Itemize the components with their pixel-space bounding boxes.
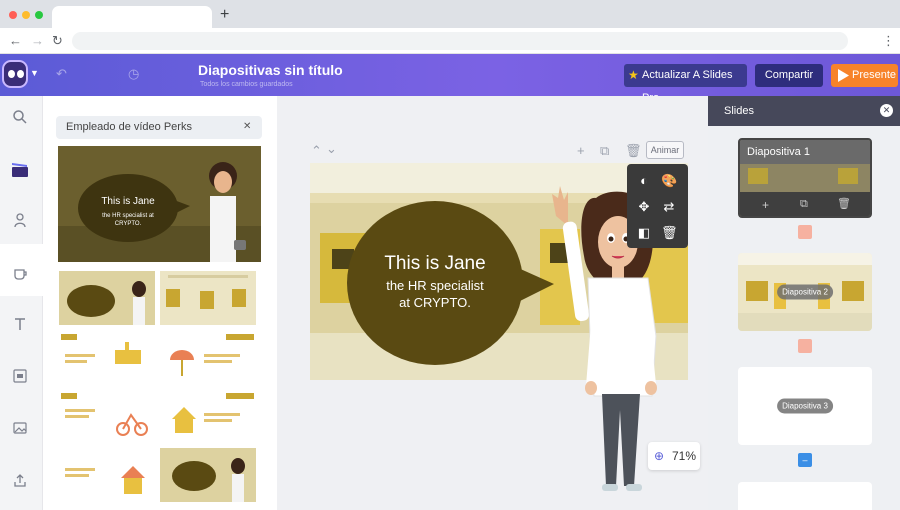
present-button[interactable]: Presente bbox=[831, 64, 898, 87]
duplicate-icon[interactable]: ⧉ bbox=[600, 143, 609, 159]
chevron-down-icon[interactable]: ⌄ bbox=[326, 141, 337, 157]
url-bar[interactable] bbox=[72, 32, 848, 50]
transition-icon[interactable] bbox=[798, 339, 812, 353]
slide-thumb-1[interactable]: Diapositiva 1 + ⧉ 🗑 bbox=[738, 138, 872, 218]
browser-tabstrip: + bbox=[0, 0, 900, 28]
back-icon[interactable]: ← bbox=[9, 33, 22, 48]
history-icon[interactable]: ◷ bbox=[128, 66, 139, 82]
forward-icon[interactable]: → bbox=[31, 33, 44, 48]
browser-tab[interactable] bbox=[52, 6, 212, 28]
logo-eye-left bbox=[8, 70, 15, 78]
new-tab-button[interactable]: + bbox=[220, 6, 229, 24]
document-title[interactable]: Diapositivas sin título bbox=[198, 62, 343, 78]
preview-body: the HR specialist at CRYPTO. bbox=[102, 213, 154, 227]
text-icon[interactable] bbox=[11, 316, 29, 334]
swap-icon[interactable]: ⇄ bbox=[661, 199, 677, 215]
search-icon[interactable] bbox=[11, 109, 29, 127]
upgrade-button[interactable]: ★ Actualizar A Slides Pro bbox=[624, 64, 747, 104]
add-transition-icon[interactable]: – bbox=[798, 453, 812, 467]
duplicate-slide-icon[interactable]: ⧉ bbox=[800, 198, 808, 211]
undo-icon[interactable]: ↶ bbox=[56, 66, 67, 82]
slide-thumb-2-label: Diapositiva 2 bbox=[777, 284, 833, 300]
preview-heading: This is Jane bbox=[101, 196, 155, 207]
background-icon[interactable] bbox=[11, 368, 29, 386]
template-thumb-8[interactable] bbox=[160, 448, 256, 502]
transition-icon[interactable] bbox=[798, 225, 812, 239]
chevron-up-icon[interactable]: ⌃ bbox=[311, 143, 322, 159]
clapperboard-icon[interactable] bbox=[11, 162, 29, 180]
template-preview[interactable]: This is Jane the HR specialist at CRYPTO… bbox=[58, 146, 261, 262]
template-thumb-1[interactable] bbox=[59, 271, 155, 325]
zoom-icon: ⊕ bbox=[654, 449, 665, 463]
add-scene-icon[interactable]: + bbox=[577, 143, 585, 158]
template-thumb-7[interactable] bbox=[59, 448, 155, 502]
slide-line-2[interactable]: at CRYPTO. bbox=[365, 295, 505, 310]
template-thumb-4[interactable] bbox=[160, 330, 256, 384]
trash-icon[interactable]: 🗑 bbox=[625, 143, 642, 159]
template-search-input[interactable]: Empleado de vídeo Perks bbox=[56, 116, 262, 139]
image-icon[interactable] bbox=[11, 420, 29, 438]
slide-thumb-3-label: Diapositiva 3 bbox=[777, 398, 833, 414]
app-logo[interactable] bbox=[2, 60, 28, 88]
slide-thumb-2[interactable]: Diapositiva 2 bbox=[738, 253, 872, 331]
browser-menu-icon[interactable]: ⋮ bbox=[882, 33, 895, 49]
slide-thumb-1-label: Diapositiva 1 bbox=[747, 146, 810, 158]
minimize-window-dot[interactable] bbox=[22, 11, 30, 19]
filter-icon[interactable]: ◐ bbox=[636, 173, 652, 189]
browser-toolbar: ← → ↻ ⋮ bbox=[0, 28, 900, 54]
maximize-window-dot[interactable] bbox=[35, 11, 43, 19]
star-icon: ★ bbox=[628, 68, 639, 82]
close-slides-icon[interactable]: ✕ bbox=[880, 104, 893, 117]
upload-icon[interactable] bbox=[11, 472, 29, 490]
template-thumb-6[interactable] bbox=[160, 389, 256, 443]
play-icon bbox=[838, 69, 849, 82]
slide-line-1[interactable]: the HR specialist bbox=[365, 278, 505, 293]
save-status: Todos los cambios guardados bbox=[200, 81, 293, 88]
chevron-down-icon[interactable]: ▼ bbox=[30, 68, 39, 78]
close-window-dot[interactable] bbox=[9, 11, 17, 19]
zoom-value: 71% bbox=[672, 449, 697, 463]
slide-thumb-3[interactable]: Diapositiva 3 bbox=[738, 367, 872, 445]
slide-heading[interactable]: This is Jane bbox=[365, 253, 505, 275]
zoom-control[interactable]: ⊕ 71% bbox=[648, 442, 700, 470]
slide-thumb-4[interactable] bbox=[738, 482, 872, 510]
present-label: Presente bbox=[852, 69, 897, 81]
share-button[interactable]: Compartir bbox=[755, 64, 823, 87]
template-thumb-3[interactable] bbox=[59, 330, 155, 384]
add-slide-icon[interactable]: + bbox=[762, 198, 769, 212]
delete-slide-icon[interactable]: 🗑 bbox=[837, 197, 851, 210]
element-toolbar: ◐ 🎨 ✥ ⇄ ◧ 🗑 bbox=[627, 164, 688, 248]
palette-icon[interactable]: 🎨 bbox=[661, 173, 677, 189]
move-icon[interactable]: ✥ bbox=[636, 199, 652, 215]
character-icon[interactable] bbox=[11, 212, 29, 230]
reload-icon[interactable]: ↻ bbox=[52, 33, 63, 49]
template-thumb-2[interactable] bbox=[160, 271, 256, 325]
slides-panel-title: Slides bbox=[708, 96, 900, 126]
left-rail bbox=[0, 96, 43, 510]
delete-element-icon[interactable]: 🗑 bbox=[661, 225, 678, 241]
props-icon[interactable] bbox=[11, 264, 29, 282]
flip-icon[interactable]: ◧ bbox=[636, 225, 652, 241]
logo-eye-right bbox=[17, 70, 24, 78]
animate-button[interactable]: Animar bbox=[646, 141, 684, 159]
clear-search-icon[interactable]: ✕ bbox=[243, 121, 251, 132]
template-thumb-5[interactable] bbox=[59, 389, 155, 443]
